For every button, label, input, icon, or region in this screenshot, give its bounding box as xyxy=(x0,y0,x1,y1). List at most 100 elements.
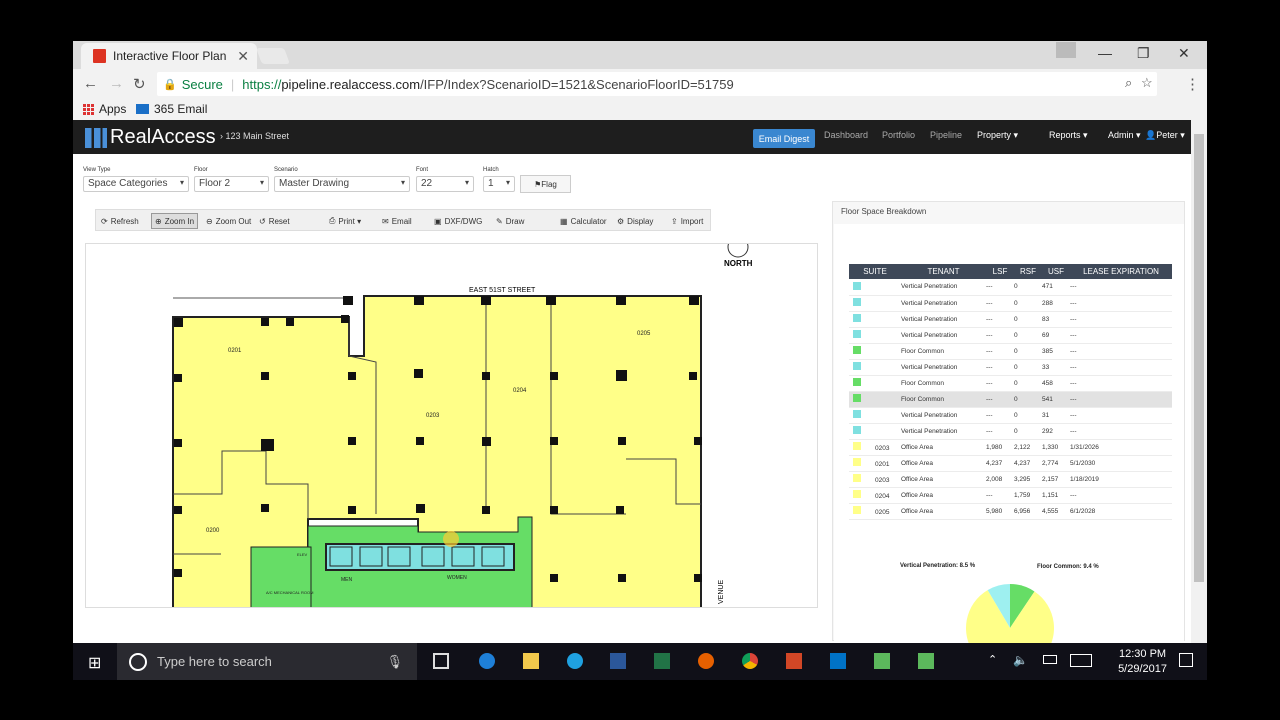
table-row[interactable]: 0203 Office Area 2,008 3,295 2,157 1/18/2019 xyxy=(849,471,1172,488)
draw-button[interactable]: ✎ Draw xyxy=(496,213,524,229)
table-row[interactable]: Vertical Penetration --- 0 292 --- xyxy=(849,423,1172,440)
firefox-icon[interactable] xyxy=(698,653,714,669)
close-tab-icon[interactable]: ✕ xyxy=(237,48,249,65)
battery-icon[interactable] xyxy=(1043,655,1057,664)
email-digest-button[interactable]: Email Digest xyxy=(753,129,815,148)
taskbar-search-box[interactable]: Type here to search 🎙 xyxy=(117,643,417,680)
edge-icon[interactable] xyxy=(479,653,495,669)
col-lsf[interactable]: LSF xyxy=(986,264,1014,279)
table-row[interactable]: Vertical Penetration --- 0 471 --- xyxy=(849,279,1172,296)
view-type-select[interactable]: Space Categories ▾ xyxy=(83,176,189,192)
search-icon[interactable]: ⌕ xyxy=(1125,75,1132,91)
skype-icon[interactable] xyxy=(567,653,583,669)
table-cell: 288 xyxy=(1042,295,1070,312)
col-lease-expiration[interactable]: LEASE EXPIRATION xyxy=(1070,264,1172,279)
zoom-in-button[interactable]: ⊕ Zoom In xyxy=(151,213,199,229)
nav-user[interactable]: 👤Peter ▾ xyxy=(1145,130,1185,141)
page-scrollbar[interactable] xyxy=(1191,120,1207,643)
profile-icon[interactable] xyxy=(1056,42,1076,58)
realaccess-logo[interactable]: RealAccess xyxy=(85,126,216,149)
nav-dashboard[interactable]: Dashboard xyxy=(824,130,868,140)
hatch-select[interactable]: 1 ▾ xyxy=(483,176,515,192)
bookmark-star-icon[interactable]: ☆ xyxy=(1141,75,1153,91)
scenario-select[interactable]: Master Drawing ▾ xyxy=(274,176,410,192)
zoom-out-button[interactable]: ⊖ Zoom Out xyxy=(206,213,251,229)
back-icon[interactable]: ← xyxy=(83,75,98,92)
excel-icon[interactable] xyxy=(654,653,670,669)
bookmark-apps[interactable]: Apps xyxy=(83,102,126,116)
nav-portfolio[interactable]: Portfolio xyxy=(882,130,915,140)
table-cell: --- xyxy=(986,423,1014,440)
dxf-dwg-button[interactable]: ▣ DXF/DWG xyxy=(434,213,482,229)
table-row[interactable]: Vertical Penetration --- 0 31 --- xyxy=(849,407,1172,424)
reset-button[interactable]: ↺ Reset xyxy=(259,213,290,229)
omnibox[interactable]: 🔒 Secure | https://pipeline.realaccess.c… xyxy=(157,72,1157,96)
table-row[interactable]: Vertical Penetration --- 0 288 --- xyxy=(849,295,1172,312)
windows-start-icon[interactable]: ⊞ xyxy=(88,653,101,673)
close-window-icon[interactable]: ✕ xyxy=(1178,45,1190,62)
scrollbar-thumb[interactable] xyxy=(1194,134,1204,582)
table-row[interactable]: 0204 Office Area --- 1,759 1,151 --- xyxy=(849,487,1172,504)
floor-plan-drawing[interactable]: NORTH EAST 51ST STREET VENUE 0201 0203 0… xyxy=(86,244,818,608)
bookmarks-bar: Apps 365 Email xyxy=(73,99,1207,120)
bookmark-365-email[interactable]: 365 Email xyxy=(136,102,207,116)
maximize-icon[interactable]: ❐ xyxy=(1137,45,1150,62)
table-row[interactable]: Floor Common --- 0 385 --- xyxy=(849,343,1172,360)
table-row[interactable]: 0203 Office Area 1,980 2,122 1,330 1/31/2026 xyxy=(849,439,1172,456)
camtasia-recorder-icon[interactable] xyxy=(918,653,934,669)
font-select[interactable]: 22 ▾ xyxy=(416,176,474,192)
word-icon[interactable] xyxy=(610,653,626,669)
col-suite[interactable]: SUITE xyxy=(849,264,901,279)
table-row[interactable]: Vertical Penetration --- 0 69 --- xyxy=(849,327,1172,344)
reload-icon[interactable]: ↻ xyxy=(133,75,146,93)
flag-button[interactable]: ⚑ Flag xyxy=(520,175,571,193)
action-center-icon[interactable] xyxy=(1179,653,1193,667)
nav-pipeline[interactable]: Pipeline xyxy=(930,130,962,140)
table-row[interactable]: Floor Common --- 0 541 --- xyxy=(849,391,1172,408)
volume-icon[interactable]: 🔈 xyxy=(1013,653,1028,667)
suite-cell xyxy=(849,279,901,296)
minimize-icon[interactable]: — xyxy=(1098,45,1112,61)
space-pie-chart[interactable] xyxy=(960,578,1060,643)
print-button[interactable]: ⎙ Print ▾ xyxy=(329,213,361,229)
table-cell: --- xyxy=(1070,343,1172,360)
keyboard-icon[interactable] xyxy=(1070,654,1092,667)
table-row[interactable]: Vertical Penetration --- 0 33 --- xyxy=(849,359,1172,376)
display-button[interactable]: ⚙ Display xyxy=(617,213,653,229)
browser-tab[interactable]: Interactive Floor Plan ✕ xyxy=(81,43,257,69)
breadcrumb[interactable]: › 123 Main Street xyxy=(220,131,289,141)
table-cell: 83 xyxy=(1042,311,1070,328)
outlook-icon[interactable] xyxy=(830,653,846,669)
col-rsf[interactable]: RSF xyxy=(1014,264,1042,279)
file-explorer-icon[interactable] xyxy=(523,653,539,669)
tray-chevron-icon[interactable]: ⌃ xyxy=(988,653,997,666)
nav-property[interactable]: Property ▾ xyxy=(977,130,1018,141)
calculator-button[interactable]: ▦ Calculator xyxy=(560,213,607,229)
floor-select[interactable]: Floor 2 ▾ xyxy=(194,176,269,192)
table-row[interactable]: Floor Common --- 0 458 --- xyxy=(849,375,1172,392)
color-swatch xyxy=(853,394,861,402)
task-view-icon[interactable] xyxy=(433,653,449,669)
powerpoint-icon[interactable] xyxy=(786,653,802,669)
email-button[interactable]: ✉ Email xyxy=(382,213,412,229)
taskbar-clock[interactable]: 12:30 PM 5/29/2017 xyxy=(1118,647,1167,677)
microphone-icon[interactable]: 🎙 xyxy=(386,654,403,670)
new-tab-button[interactable] xyxy=(256,48,290,64)
col-tenant[interactable]: TENANT xyxy=(901,264,986,279)
chrome-icon[interactable] xyxy=(742,653,758,669)
refresh-button[interactable]: ⟳ Refresh xyxy=(101,213,139,229)
view-type-value: Space Categories xyxy=(88,178,168,189)
table-row[interactable]: Vertical Penetration --- 0 83 --- xyxy=(849,311,1172,328)
import-button[interactable]: ⇪ Import xyxy=(671,213,703,229)
camtasia-icon[interactable] xyxy=(874,653,890,669)
floor-plan-canvas[interactable]: NORTH EAST 51ST STREET VENUE 0201 0203 0… xyxy=(85,243,818,608)
nav-admin[interactable]: Admin ▾ xyxy=(1108,130,1141,141)
col-usf[interactable]: USF xyxy=(1042,264,1070,279)
font-value: 22 xyxy=(421,178,433,189)
menu-icon[interactable]: ⋮ xyxy=(1185,75,1200,93)
nav-reports[interactable]: Reports ▾ xyxy=(1049,130,1088,141)
table-row[interactable]: 0201 Office Area 4,237 4,237 2,774 5/1/2030 xyxy=(849,455,1172,472)
suite-cell: 0201 xyxy=(849,455,901,472)
forward-icon[interactable]: → xyxy=(109,75,124,92)
table-row[interactable]: 0205 Office Area 5,980 6,956 4,555 6/1/2028 xyxy=(849,503,1172,520)
